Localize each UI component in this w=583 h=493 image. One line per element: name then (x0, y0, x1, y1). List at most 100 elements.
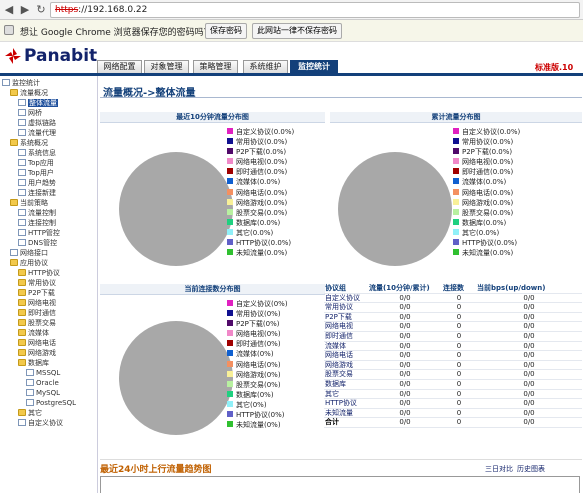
legend-item: 常用协议(0.0%) (227, 137, 294, 147)
value-cell: 0 (456, 379, 462, 388)
sidebar-item[interactable]: 虚拟链路 (2, 118, 97, 128)
sidebar-item[interactable]: 即时通信 (2, 308, 97, 318)
tab-system-maintenance[interactable]: 系统维护 (243, 60, 288, 73)
folder-icon (18, 269, 26, 276)
protocol-table: 协议组 流量(10分钟/累计) 连接数 当前bps(up/down) 自定义协议… (324, 284, 582, 428)
page-icon (18, 119, 26, 126)
sidebar-item[interactable]: MSSQL (2, 368, 97, 378)
protocol-name-cell[interactable]: 网络电视 (324, 322, 368, 332)
three-day-compare-link[interactable]: 三日对比 (485, 464, 513, 474)
legend-swatch (227, 360, 233, 367)
panel-cumulative-title: 累计流量分布图 (330, 112, 582, 123)
sidebar-item[interactable]: 常用协议 (2, 278, 97, 288)
sidebar-item[interactable]: 连接控制 (2, 218, 97, 228)
legend-item: 网络电视(0.0%) (227, 157, 294, 167)
tab-policy-management[interactable]: 策略管理 (193, 60, 238, 73)
address-bar[interactable]: https://192.168.0.22 (50, 2, 580, 18)
protocol-name-cell[interactable]: 网络电话 (324, 351, 368, 361)
never-save-button[interactable]: 此网站一律不保存密码 (252, 23, 342, 39)
legend-item: 常用协议(0%) (227, 309, 288, 319)
sidebar-item[interactable]: 数据库 (2, 358, 97, 368)
protocol-name-cell[interactable]: 未知流量 (324, 408, 368, 418)
sidebar-item[interactable]: 用户趋势 (2, 178, 97, 188)
sidebar-item[interactable]: Oracle (2, 378, 97, 388)
protocol-name-cell[interactable]: 自定义协议 (324, 293, 368, 303)
protocol-name-cell[interactable]: 其它 (324, 389, 368, 399)
legend-swatch (227, 188, 233, 195)
protocol-name-cell[interactable]: 常用协议 (324, 303, 368, 313)
legend-label: 网络电视(0%) (236, 330, 281, 339)
save-password-button[interactable]: 保存密码 (205, 23, 247, 39)
legend-item: 网络电视(0.0%) (453, 157, 520, 167)
legend-item: 网络游戏(0%) (227, 370, 288, 380)
sidebar-item-label: Top应用 (28, 159, 54, 167)
sidebar-item-label: 连接控制 (28, 219, 56, 227)
sidebar-item[interactable]: HTTP管控 (2, 228, 97, 238)
sidebar-item[interactable]: 流媒体 (2, 328, 97, 338)
forward-icon[interactable]: ▶ (18, 3, 32, 17)
sidebar-item[interactable]: 自定义协议 (2, 418, 97, 428)
protocol-name-cell[interactable]: P2P下载 (324, 312, 368, 322)
sidebar-item[interactable]: 监控统计 (2, 78, 97, 88)
legend-label: 流媒体(0.0%) (462, 178, 507, 187)
legend-item: HTTP协议(0.0%) (227, 238, 294, 248)
folder-icon (10, 259, 18, 266)
sidebar-item[interactable]: HTTP协议 (2, 268, 97, 278)
protocol-name-cell[interactable]: 流媒体 (324, 341, 368, 351)
back-icon[interactable]: ◀ (2, 3, 16, 17)
sidebar-item[interactable]: MySQL (2, 388, 97, 398)
table-row: 合计 0/0 0 0/0 (324, 418, 582, 428)
sidebar-item[interactable]: Top用户 (2, 168, 97, 178)
sidebar-item[interactable]: DNS管控 (2, 238, 97, 248)
browser-toolbar: ◀ ▶ ↻ https://192.168.0.22 (0, 0, 583, 20)
value-cell: 0/0 (523, 312, 535, 321)
sidebar-item[interactable]: 其它 (2, 408, 97, 418)
legend-item: 网络游戏(0.0%) (227, 198, 294, 208)
legend-swatch (227, 300, 233, 306)
sidebar-item[interactable]: 股票交易 (2, 318, 97, 328)
tab-network-config[interactable]: 网络配置 (97, 60, 142, 73)
protocol-name-cell[interactable]: 数据库 (324, 379, 368, 389)
sidebar-item[interactable]: 网络游戏 (2, 348, 97, 358)
legend-item: 数据库(0.0%) (453, 218, 520, 228)
sidebar-item-label: HTTP协议 (28, 269, 60, 277)
sidebar-item[interactable]: PostgreSQL (2, 398, 97, 408)
page-icon (18, 239, 26, 246)
page-icon (18, 219, 26, 226)
legend-swatch (227, 178, 233, 185)
sidebar-item[interactable]: 网络电话 (2, 338, 97, 348)
sidebar-item[interactable]: 流量控制 (2, 208, 97, 218)
sidebar-item[interactable]: 流量概况 (2, 88, 97, 98)
sidebar-item[interactable]: Top应用 (2, 158, 97, 168)
value-cell: 0/0 (523, 303, 535, 312)
sidebar-item[interactable]: 整体流量 (2, 98, 97, 108)
app-logo: Panabit (24, 46, 98, 66)
tab-monitoring[interactable]: 监控统计 (290, 60, 338, 73)
sidebar-item[interactable]: 应用协议 (2, 258, 97, 268)
page-icon (18, 149, 26, 156)
sidebar-item[interactable]: 连接新建 (2, 188, 97, 198)
sidebar-item[interactable]: 系统信息 (2, 148, 97, 158)
protocol-name-cell[interactable]: 网络游戏 (324, 360, 368, 370)
sidebar-item[interactable]: 网桥 (2, 108, 97, 118)
sidebar-item[interactable]: 网络接口 (2, 248, 97, 258)
sidebar-item-label: 连接新建 (28, 189, 56, 197)
sidebar-item[interactable]: 网络电视 (2, 298, 97, 308)
protocol-name-cell[interactable]: 股票交易 (324, 370, 368, 380)
sidebar-item[interactable]: P2P下载 (2, 288, 97, 298)
reload-icon[interactable]: ↻ (34, 3, 48, 17)
history-chart-link[interactable]: 历史图表 (517, 464, 545, 474)
protocol-name-cell[interactable]: 即时通信 (324, 331, 368, 341)
sidebar-item[interactable]: 流量代理 (2, 128, 97, 138)
col-protocol-group: 协议组 (325, 284, 346, 292)
tab-object-management[interactable]: 对象管理 (144, 60, 189, 73)
value-cell: 0 (456, 389, 462, 398)
value-cell: 0/0 (399, 360, 411, 369)
folder-icon (18, 319, 26, 326)
table-row: 其它 0/0 0 0/0 (324, 389, 582, 399)
legend-swatch (227, 320, 233, 327)
sidebar-item[interactable]: 当前策略 (2, 198, 97, 208)
sidebar-item[interactable]: 系统概况 (2, 138, 97, 148)
sidebar-item-label: 流量控制 (28, 209, 56, 217)
protocol-name-cell[interactable]: HTTP协议 (324, 399, 368, 409)
